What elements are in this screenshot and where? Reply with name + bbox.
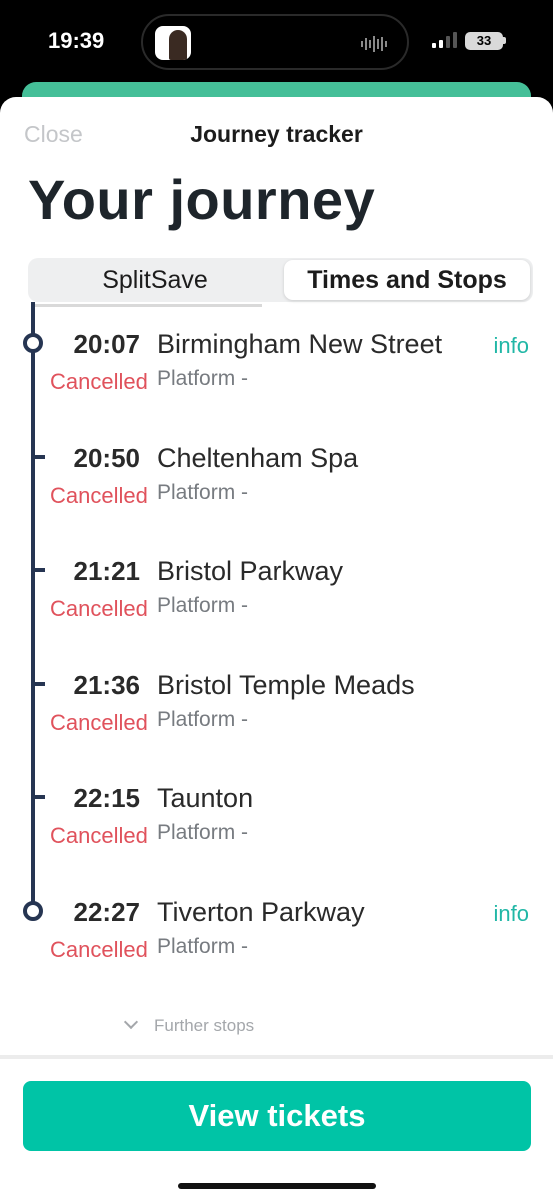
stop-row[interactable]: 20:07 Cancelled Birmingham New Street Pl… [0,329,553,439]
stop-platform: Platform - [157,821,249,844]
view-tickets-button[interactable]: View tickets [23,1081,531,1151]
stop-platform: Platform - [157,481,249,504]
stop-status: Cancelled [50,710,148,735]
stop-name: Bristol Temple Meads [157,670,415,700]
battery-icon: 33 [465,32,503,50]
segmented-control: SplitSave Times and Stops [28,258,533,302]
stop-time: 22:15 [73,783,141,813]
stop-tick-icon [35,795,45,799]
stop-tick-icon [35,682,45,686]
stop-time: 20:07 [73,329,141,359]
stop-status: Cancelled [50,823,148,848]
status-bar: 19:39 33 [0,0,553,90]
stop-info-link[interactable]: info [494,333,529,359]
origin-node-icon [23,333,43,353]
stop-row[interactable]: 22:15 Cancelled Taunton Platform - [0,783,553,893]
further-stops-label: Further stops [154,1016,255,1035]
destination-node-icon [23,901,43,921]
stop-row[interactable]: 22:27 Cancelled Tiverton Parkway Platfor… [0,897,553,1007]
scroll-edge-divider [32,304,262,307]
audio-wave-icon [361,36,387,52]
stop-name: Bristol Parkway [157,556,344,586]
stop-status: Cancelled [50,937,148,962]
stop-row[interactable]: 21:21 Cancelled Bristol Parkway Platform… [0,556,553,666]
journey-tracker-sheet: Close Journey tracker Your journey Split… [0,97,553,1200]
chevron-down-icon [123,1014,139,1030]
stop-time: 20:50 [73,443,141,473]
signal-icon [432,32,457,48]
stop-status: Cancelled [50,369,148,394]
stop-status: Cancelled [50,596,148,621]
stop-platform: Platform - [157,935,249,958]
stop-time: 21:21 [73,556,141,586]
stop-time: 22:27 [73,897,141,927]
battery-tip [503,37,506,44]
stop-name: Tiverton Parkway [157,897,365,927]
stop-name: Cheltenham Spa [157,443,359,473]
stop-platform: Platform - [157,708,249,731]
sheet-title: Journey tracker [190,121,363,147]
now-playing-thumbnail [155,26,191,60]
status-time: 19:39 [48,28,105,53]
stop-name: Birmingham New Street [157,329,443,359]
stop-row[interactable]: 21:36 Cancelled Bristol Temple Meads Pla… [0,670,553,780]
tab-times-and-stops[interactable]: Times and Stops [284,260,530,300]
stop-info-link[interactable]: info [494,901,529,927]
stop-status: Cancelled [50,483,148,508]
stop-platform: Platform - [157,594,249,617]
stop-tick-icon [35,455,45,459]
dynamic-island[interactable] [141,14,409,70]
stop-time: 21:36 [73,670,141,700]
stop-platform: Platform - [157,367,249,390]
stop-name: Taunton [157,783,254,813]
stop-row[interactable]: 20:50 Cancelled Cheltenham Spa Platform … [0,443,553,553]
further-stops-toggle[interactable]: Further stops [123,1014,255,1036]
page-title: Your journey [28,168,376,231]
tab-splitsave[interactable]: SplitSave [32,260,278,300]
home-indicator[interactable] [178,1183,376,1189]
footer-divider [0,1055,553,1059]
stop-tick-icon [35,568,45,572]
